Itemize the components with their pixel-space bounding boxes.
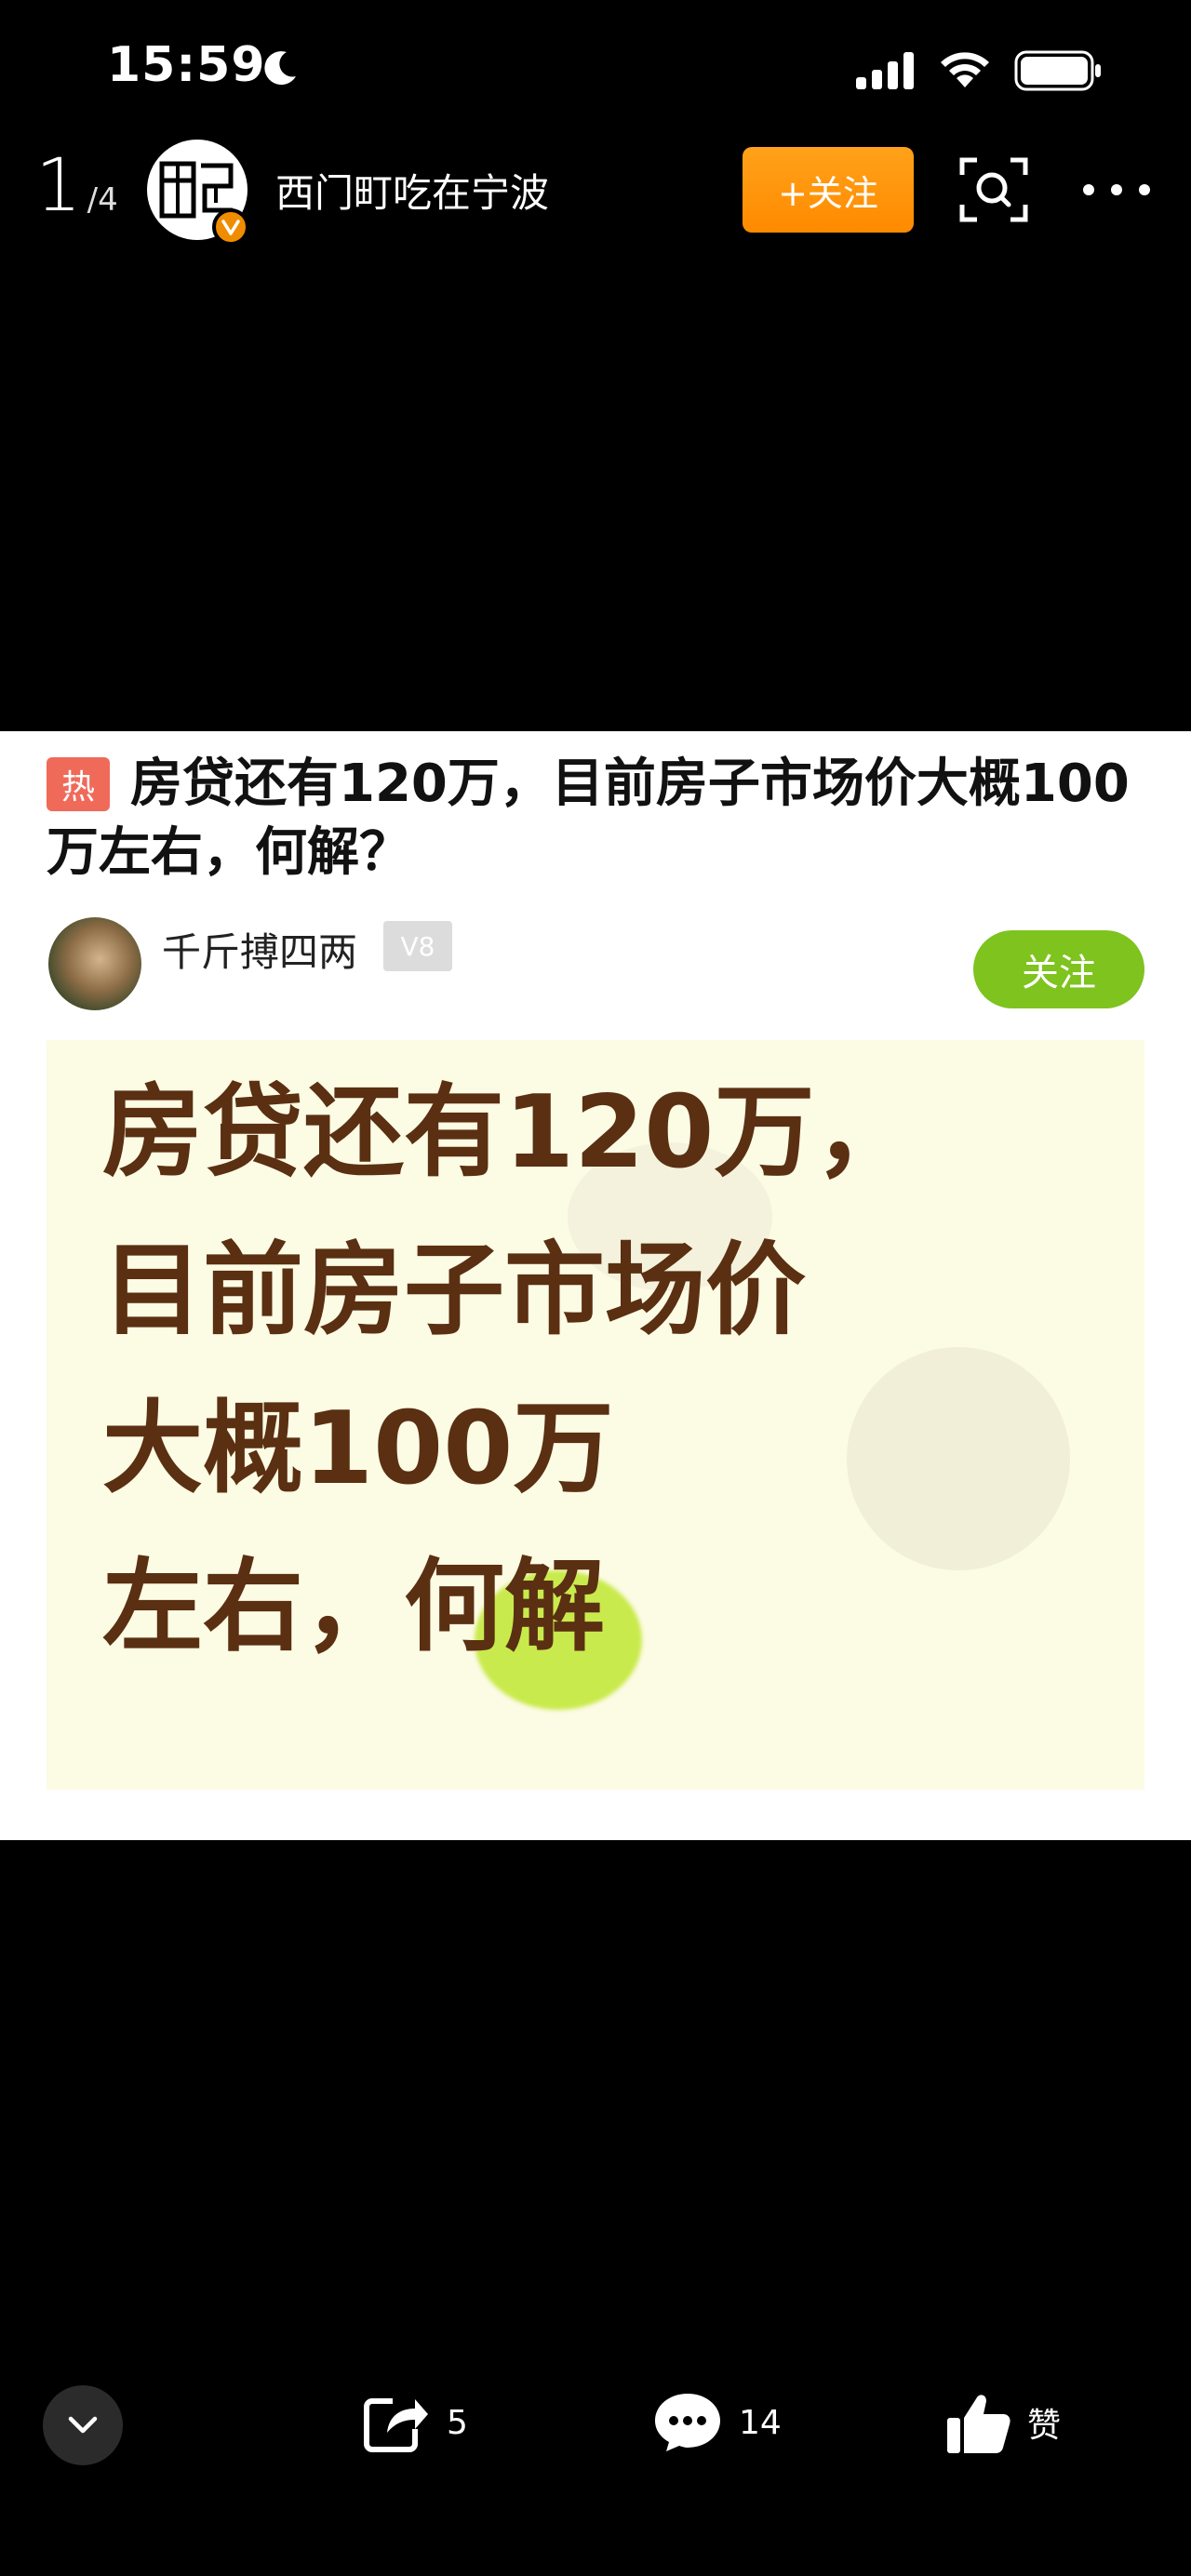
image-text-line: 目前房子市场价 xyxy=(102,1233,807,1349)
follow-button[interactable]: +关注 xyxy=(743,147,914,233)
status-bar: 15:59 xyxy=(0,0,1191,140)
level-badge: V8 xyxy=(383,921,452,971)
comment-button[interactable]: 14 xyxy=(651,2385,782,2460)
share-button[interactable]: 5 xyxy=(363,2385,468,2460)
scan-icon[interactable] xyxy=(958,156,1029,223)
moon-icon xyxy=(264,51,296,86)
comment-icon xyxy=(655,2394,720,2451)
like-button[interactable]: 赞 xyxy=(945,2385,1061,2460)
author-name[interactable]: 西门町吃在宁波 xyxy=(275,162,549,219)
collapse-button[interactable] xyxy=(43,2385,123,2465)
screen: 15:59 1 / 4 西门町吃在宁波 +关注 房贷还有120万，目前房子市场价… xyxy=(0,0,1191,2576)
thumbs-up-icon xyxy=(947,2395,1010,2453)
post-card[interactable]: 房贷还有120万，目前房子市场价大概100万左右，何解？ 热 千斤搏四两 V8 … xyxy=(0,731,1191,1840)
share-count: 5 xyxy=(447,2403,468,2442)
image-decoration xyxy=(847,1347,1070,1570)
share-icon xyxy=(364,2398,428,2452)
poster-avatar[interactable] xyxy=(48,917,141,1010)
image-text-line: 左右，何解 xyxy=(102,1549,606,1665)
battery-icon xyxy=(1014,50,1101,91)
verified-icon xyxy=(212,208,249,246)
poster-follow-button[interactable]: 关注 xyxy=(973,930,1144,1008)
wifi-icon xyxy=(941,52,989,87)
chevron-down-icon xyxy=(68,2416,98,2434)
top-nav: 1 / 4 西门町吃在宁波 +关注 xyxy=(0,140,1191,246)
post-title: 房贷还有120万，目前房子市场价大概100万左右，何解？ xyxy=(47,754,1130,883)
bottom-bar: 5 14 赞 xyxy=(0,2363,1191,2484)
hot-badge: 热 xyxy=(47,757,110,811)
page-separator: / xyxy=(87,181,99,219)
comment-count: 14 xyxy=(739,2403,782,2442)
poster-name[interactable]: 千斤搏四两 xyxy=(162,921,357,978)
signal-icon xyxy=(856,52,914,89)
page-total: 4 xyxy=(98,181,118,219)
author-avatar[interactable] xyxy=(147,140,249,246)
status-time: 15:59 xyxy=(107,37,266,93)
more-icon[interactable] xyxy=(1079,177,1154,203)
image-text-line: 大概100万 xyxy=(102,1391,614,1507)
page-indicator: 1 / 4 xyxy=(35,140,118,233)
post-image[interactable]: 房贷还有120万， 目前房子市场价 大概100万 左右，何解 xyxy=(47,1040,1144,1790)
like-label: 赞 xyxy=(1027,2407,1062,2445)
image-text-line: 房贷还有120万， xyxy=(102,1074,916,1191)
page-current: 1 xyxy=(35,144,82,228)
